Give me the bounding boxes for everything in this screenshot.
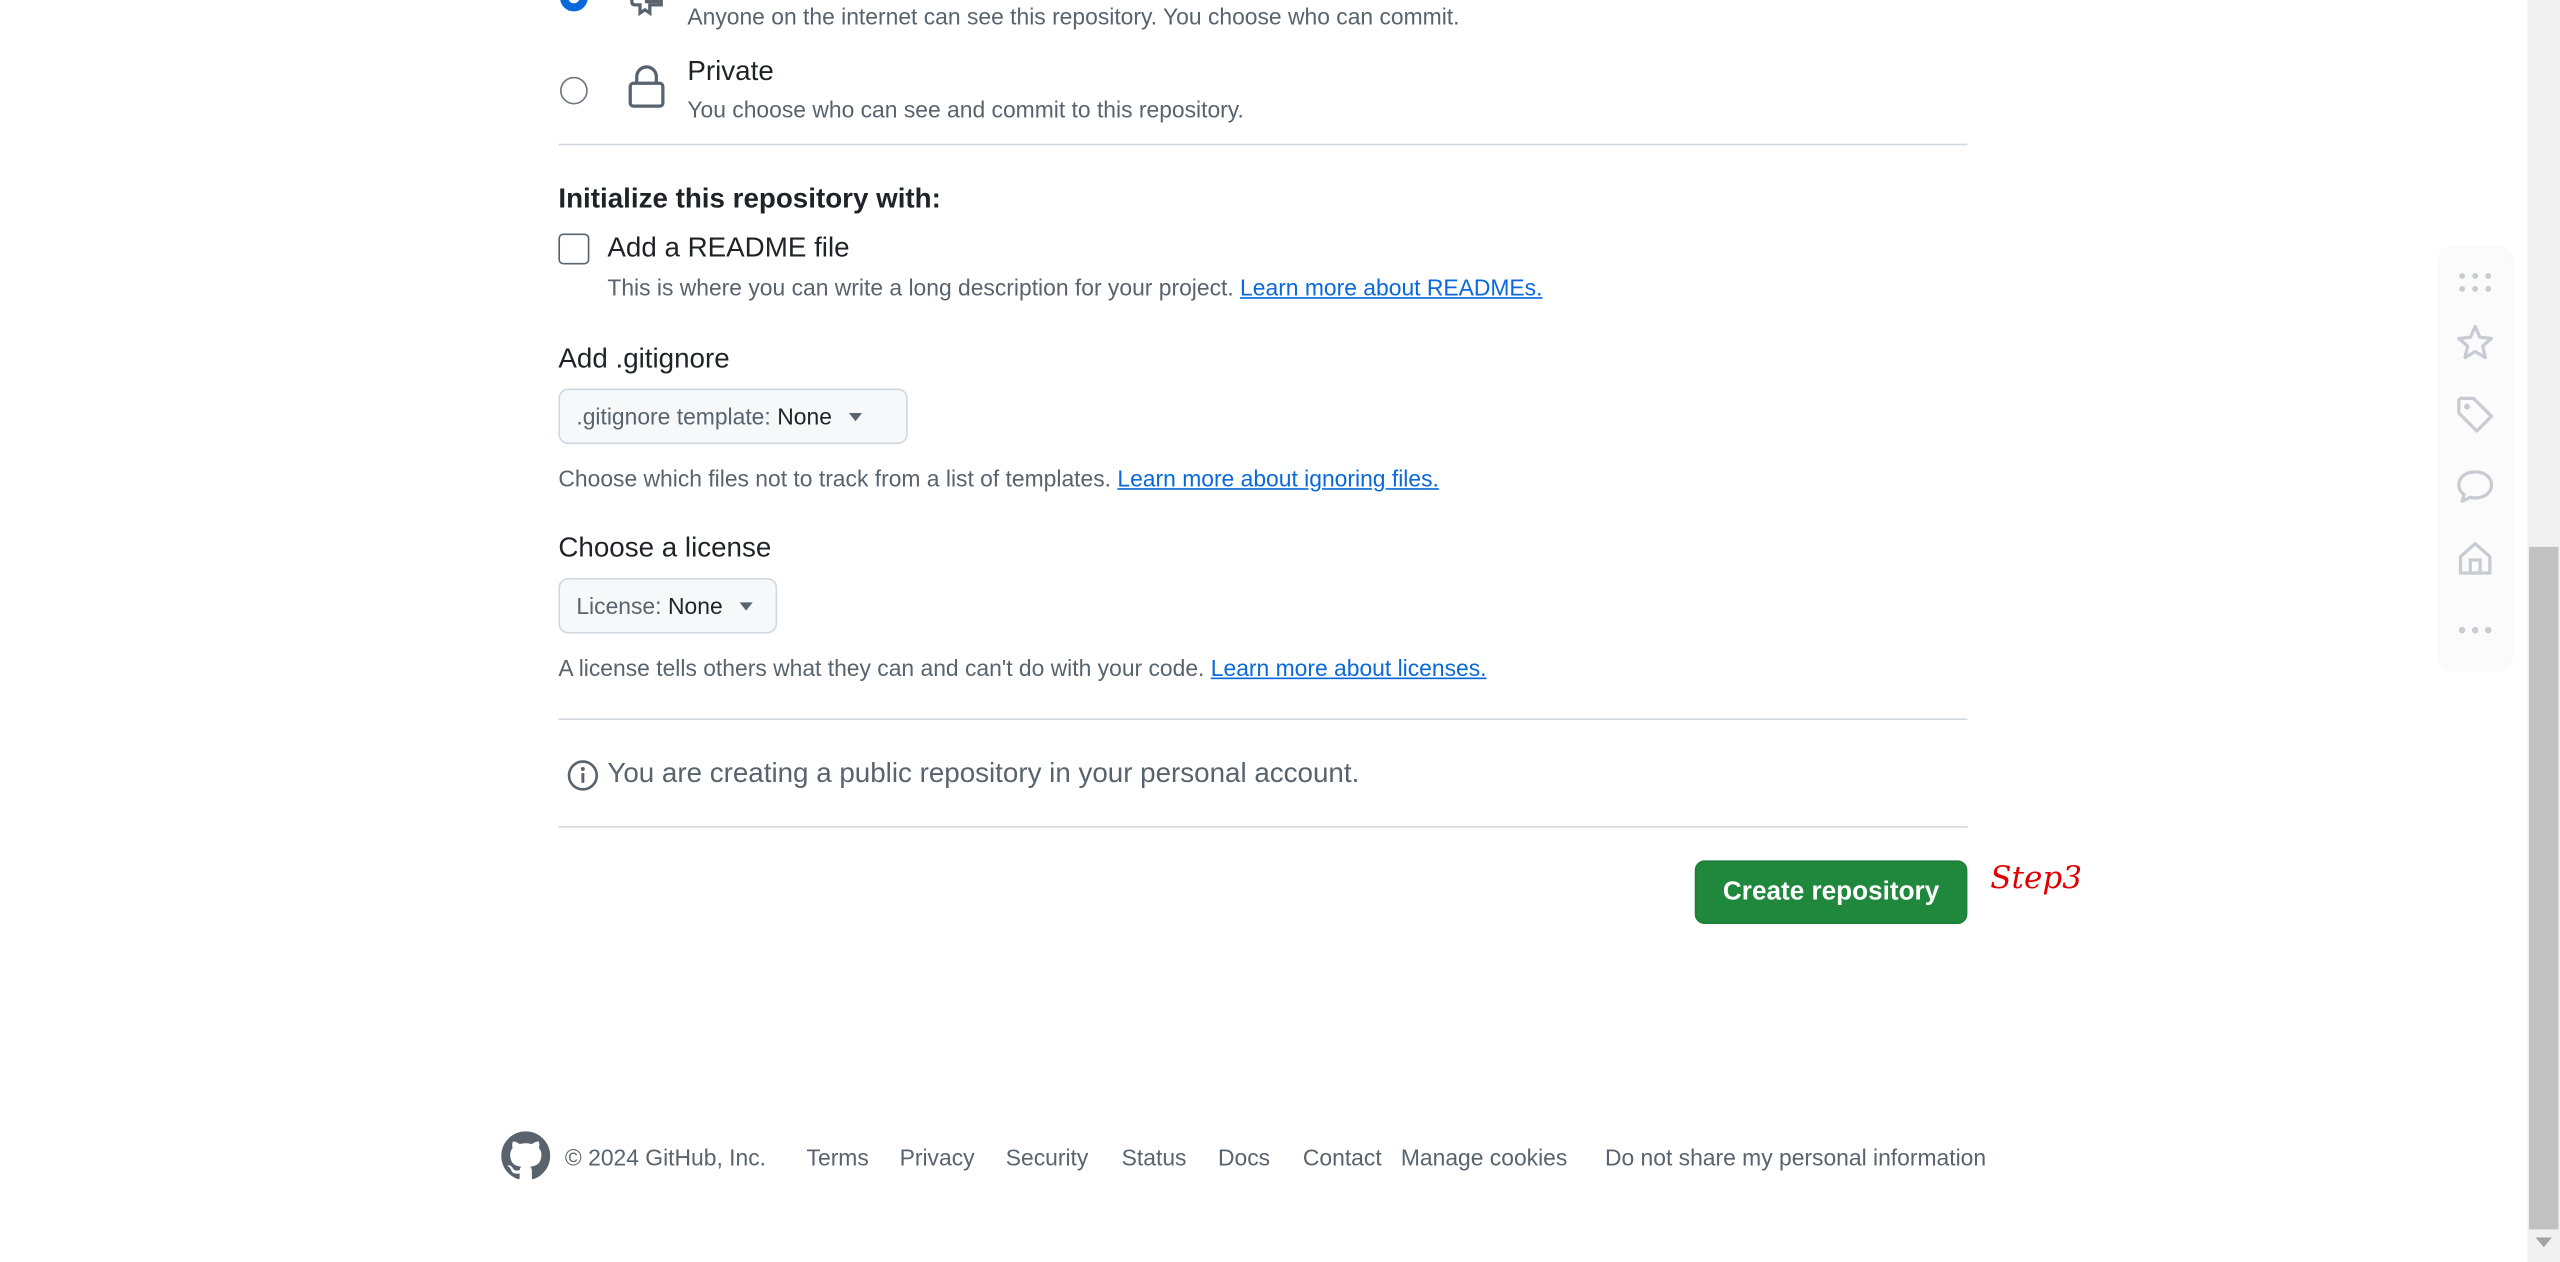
side-rail (2439, 248, 2512, 670)
gitignore-template-select[interactable]: .gitignore template: None (558, 388, 908, 445)
star-icon[interactable] (2454, 322, 2496, 364)
private-label: Private (687, 55, 774, 87)
divider (558, 718, 1968, 720)
grip-dots-icon[interactable] (2454, 261, 2496, 303)
repo-icon (630, 0, 663, 17)
license-select-value: None (668, 592, 723, 619)
gitignore-help-text: Choose which files not to track from a l… (558, 465, 1112, 492)
home-icon[interactable] (2454, 537, 2496, 579)
footer-link-privacy[interactable]: Privacy (900, 1144, 975, 1170)
footer-link-docs[interactable]: Docs (1218, 1144, 1270, 1170)
info-icon (567, 760, 599, 791)
gitignore-heading: Add .gitignore (558, 342, 730, 374)
create-repository-button[interactable]: Create repository (1694, 860, 1968, 925)
learn-more-readmes-link[interactable]: Learn more about READMEs. (1240, 274, 1542, 300)
license-help-text: A license tells others what they can and… (558, 654, 1205, 681)
private-radio[interactable] (560, 76, 588, 105)
license-select-label: License: (576, 592, 662, 619)
scrollbar-thumb[interactable] (2529, 546, 2559, 1230)
readme-label[interactable]: Add a README file (607, 232, 849, 265)
learn-more-licenses-link[interactable]: Learn more about licenses. (1211, 655, 1487, 681)
caret-down-icon (739, 601, 753, 610)
private-description: You choose who can see and commit to thi… (687, 96, 1244, 123)
readme-help-text: This is where you can write a long descr… (607, 274, 1234, 301)
gitignore-select-label: .gitignore template: (576, 403, 771, 430)
lock-icon (628, 65, 665, 108)
readme-help: This is where you can write a long descr… (607, 274, 1542, 300)
notice-text: You are creating a public repository in … (607, 757, 1360, 789)
initialize-heading: Initialize this repository with: (558, 182, 941, 214)
readme-checkbox[interactable] (558, 233, 590, 265)
license-select[interactable]: License: None (558, 577, 778, 634)
caret-down-icon (848, 412, 862, 421)
footer-link-manage-cookies[interactable]: Manage cookies (1401, 1144, 1567, 1170)
comment-icon[interactable] (2454, 465, 2496, 507)
github-logo-icon[interactable] (501, 1131, 551, 1180)
divider (558, 826, 1968, 828)
footer-link-security[interactable]: Security (1006, 1144, 1089, 1170)
footer-link-status[interactable]: Status (1122, 1144, 1187, 1170)
public-description: Anyone on the internet can see this repo… (687, 3, 1460, 30)
license-help: A license tells others what they can and… (558, 655, 1486, 681)
gitignore-select-value: None (777, 403, 832, 430)
more-icon[interactable] (2454, 609, 2496, 651)
footer-link-contact[interactable]: Contact (1303, 1144, 1382, 1170)
gitignore-help: Choose which files not to track from a l… (558, 465, 1438, 491)
footer-link-do-not-share[interactable]: Do not share my personal information (1605, 1144, 1986, 1170)
learn-more-ignoring-link[interactable]: Learn more about ignoring files. (1117, 465, 1438, 491)
public-radio[interactable] (560, 0, 588, 12)
page: Anyone on the internet can see this repo… (0, 0, 2560, 1262)
license-heading: Choose a license (558, 532, 772, 564)
footer-copyright: © 2024 GitHub, Inc. (564, 1144, 766, 1171)
scroll-down-arrow-icon[interactable] (2535, 1237, 2552, 1248)
step3-annotation: Step3 (1990, 860, 2082, 897)
footer-link-terms[interactable]: Terms (807, 1144, 869, 1170)
divider (558, 143, 1968, 146)
tag-icon[interactable] (2454, 393, 2496, 435)
